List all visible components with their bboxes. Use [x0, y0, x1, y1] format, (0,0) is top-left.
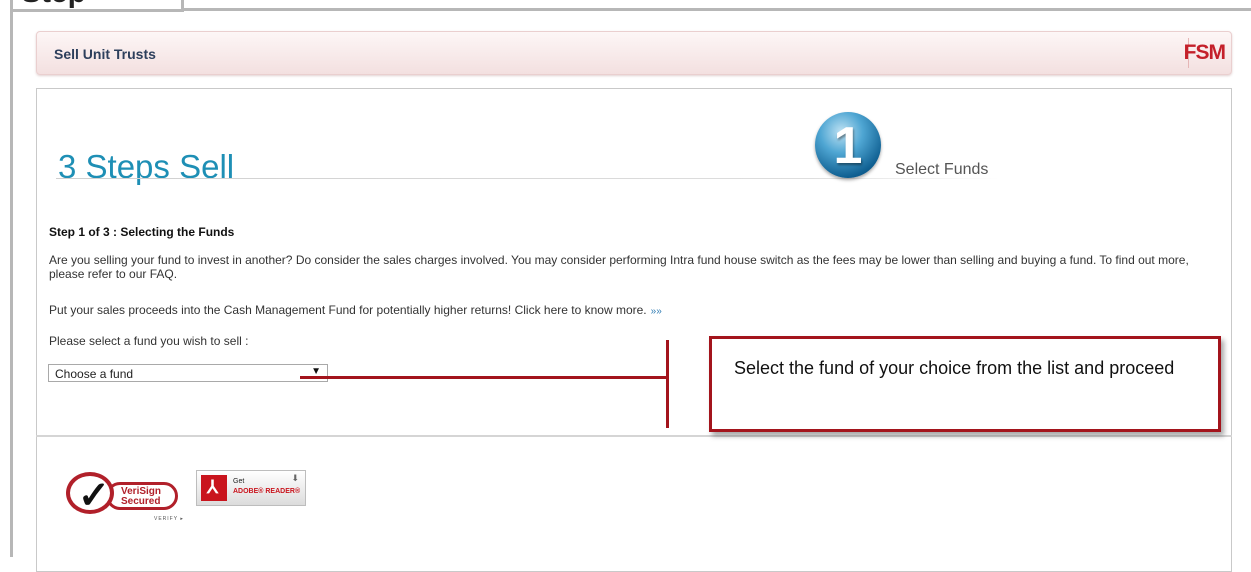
annotation-callout: Select the fund of your choice from the …: [709, 336, 1221, 432]
fund-select-value: Choose a fund: [55, 367, 134, 381]
callout-pointer-vertical: [666, 340, 669, 428]
header-bar: Sell Unit Trusts FSM: [36, 31, 1232, 75]
verisign-verify: VERIFY ▸: [154, 516, 184, 522]
adobe-logo-icon: ⅄: [201, 475, 227, 501]
download-arrow-icon: ⬇: [291, 473, 299, 483]
left-frame-rule: [10, 8, 13, 557]
checkmark-icon: ✓: [78, 475, 110, 517]
step-number-icon: 1: [815, 112, 881, 178]
know-more-link[interactable]: »»: [651, 306, 662, 317]
step-tab-fragment: Step: [10, 0, 184, 12]
wizard-title: 3 Steps Sell: [58, 148, 235, 185]
step-heading: Step 1 of 3 : Selecting the Funds: [49, 225, 235, 239]
wizard-title-underline: [56, 178, 1000, 179]
top-frame-rule: [184, 8, 1251, 11]
verisign-check-circle: ✓: [66, 472, 114, 517]
verisign-badge[interactable]: VeriSign Secured ✓ VERIFY ▸: [66, 464, 186, 522]
cash-fund-promo: Put your sales proceeds into the Cash Ma…: [49, 303, 1217, 319]
callout-text: Select the fund of your choice from the …: [734, 358, 1175, 378]
step-label: Select Funds: [895, 161, 989, 178]
fsm-logo[interactable]: FSM: [1184, 41, 1226, 65]
verisign-pill: VeriSign Secured: [106, 482, 178, 510]
callout-pointer-horizontal: [300, 376, 668, 379]
footer-separator: [36, 435, 1232, 437]
adobe-reader-text: ADOBE® READER®: [233, 488, 301, 495]
adobe-reader-badge[interactable]: ⅄ Get ADOBE® READER® ⬇: [196, 470, 306, 506]
step-tab-label: Step: [21, 0, 86, 10]
fund-select-dropdown[interactable]: Choose a fund ▼: [48, 364, 328, 382]
fund-select-label: Please select a fund you wish to sell :: [49, 334, 249, 348]
cash-fund-promo-text: Put your sales proceeds into the Cash Ma…: [49, 303, 647, 317]
verisign-text: VeriSign Secured: [121, 487, 161, 507]
step-number: 1: [833, 117, 863, 175]
verisign-line2: Secured: [121, 496, 161, 507]
adobe-get-text: Get: [233, 478, 245, 485]
sales-charge-notice: Are you selling your fund to invest in a…: [49, 253, 1189, 281]
page-title: Sell Unit Trusts: [54, 46, 156, 62]
